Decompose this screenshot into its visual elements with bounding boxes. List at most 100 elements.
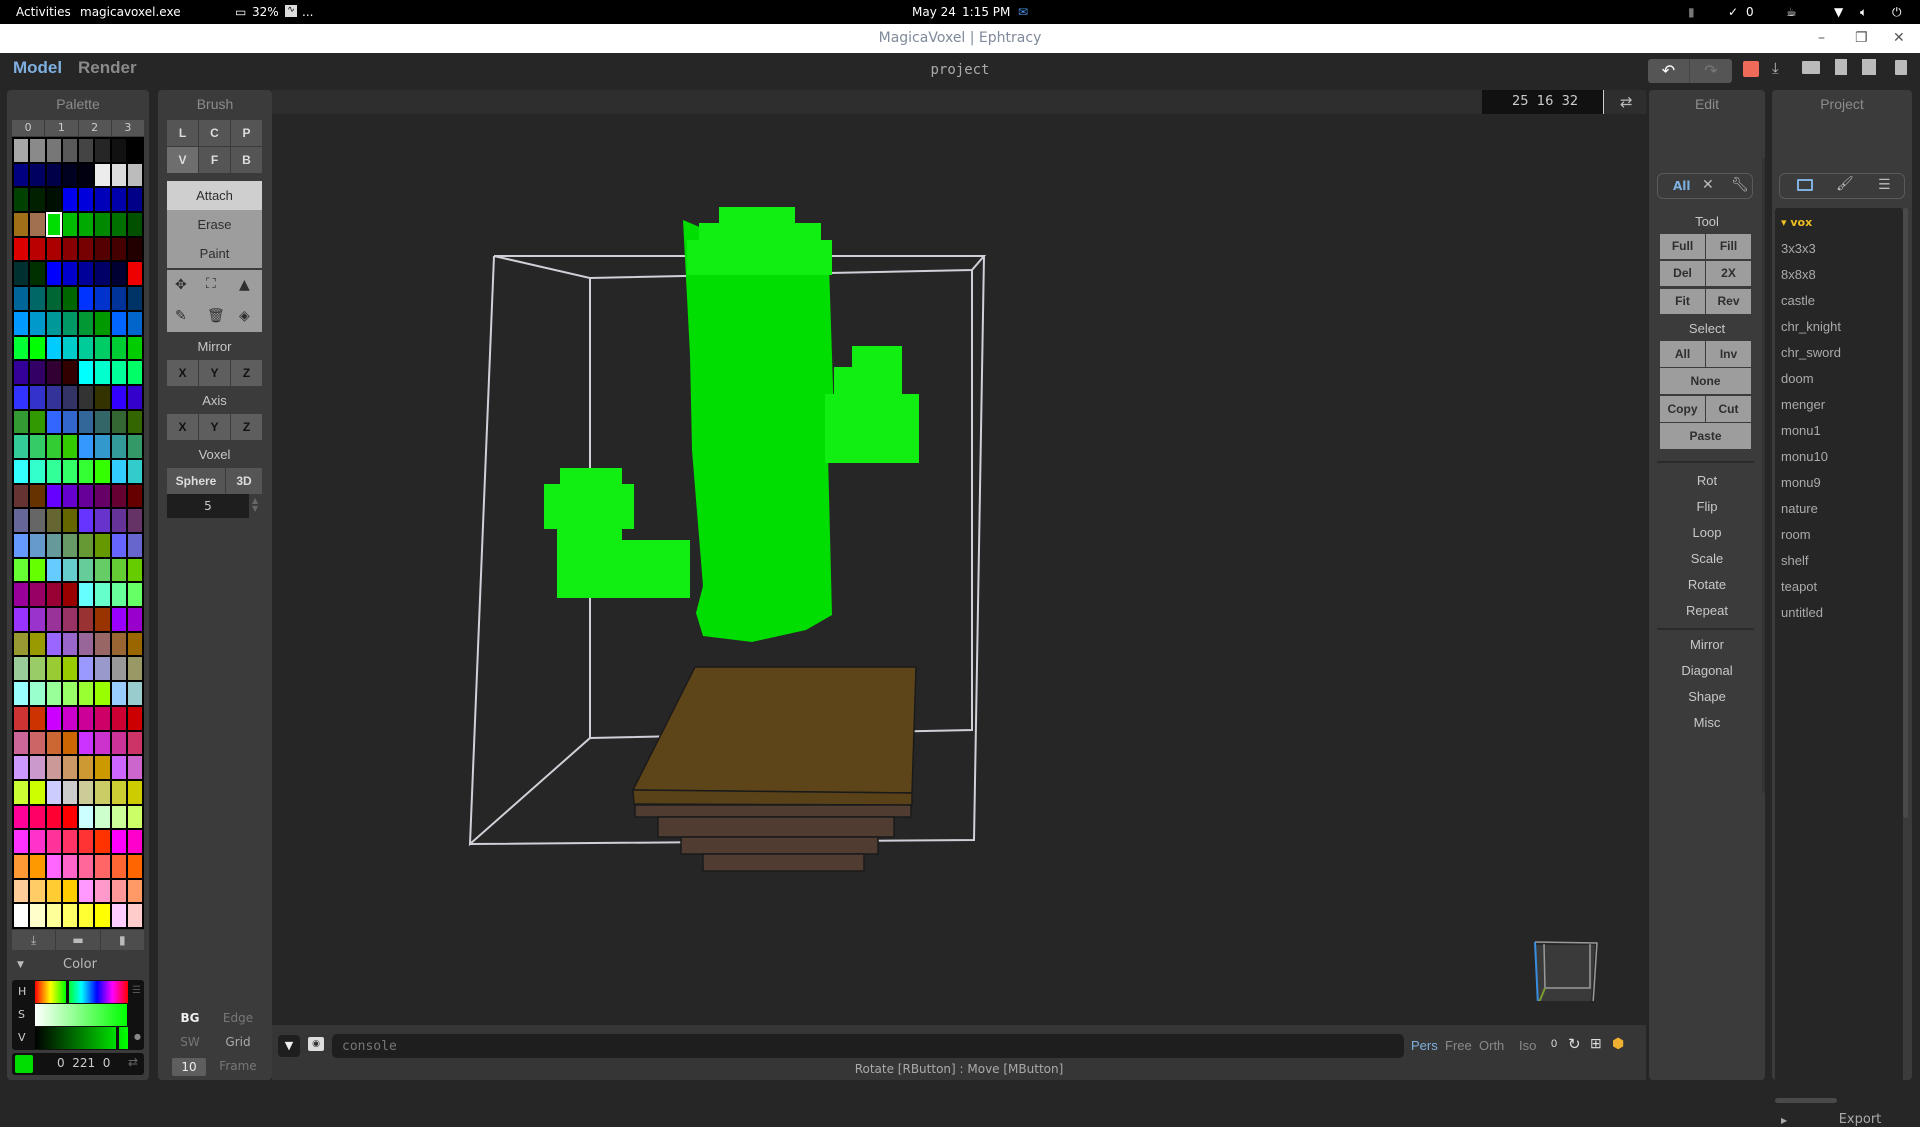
brush-shape-p[interactable]: P — [231, 120, 262, 146]
palette-swatch[interactable] — [127, 435, 142, 458]
frame-value-input[interactable]: 10 — [172, 1058, 206, 1076]
palette-swatch[interactable] — [30, 805, 45, 829]
palette-swatch[interactable] — [45, 212, 62, 237]
palette-swatch[interactable] — [111, 336, 126, 360]
palette-swatch[interactable] — [30, 361, 45, 384]
voxel-sphere-button[interactable]: Sphere — [167, 468, 225, 494]
transform-repeat[interactable]: Repeat — [1649, 603, 1765, 618]
list-icon[interactable]: ☰ — [1878, 177, 1891, 193]
voxel-size-input[interactable]: 5 — [167, 494, 249, 518]
current-color-swatch[interactable] — [15, 1055, 33, 1073]
palette-swatch[interactable] — [95, 682, 110, 705]
palette-swatch[interactable] — [111, 484, 126, 508]
palette-swatch[interactable] — [79, 361, 94, 384]
edit-filter-all[interactable]: All — [1673, 179, 1691, 193]
palette-swatch[interactable] — [30, 780, 45, 804]
palette-swatch[interactable] — [127, 706, 142, 730]
palette-swatch[interactable] — [30, 879, 45, 903]
palette-swatch[interactable] — [30, 731, 45, 755]
toggle-edge[interactable]: Edge — [218, 1011, 258, 1025]
palette-swatch[interactable] — [30, 262, 45, 286]
palette-swatch[interactable] — [79, 854, 94, 878]
palette-swatch[interactable] — [62, 410, 77, 434]
project-file-item[interactable]: chr_knight — [1781, 319, 1841, 334]
palette-swatch[interactable] — [62, 188, 77, 212]
transform-scale[interactable]: Scale — [1649, 551, 1765, 566]
project-file-item[interactable]: room — [1781, 527, 1811, 542]
palette-swatch[interactable] — [127, 756, 142, 779]
palette-swatch[interactable] — [127, 163, 142, 187]
palette-swatch[interactable] — [62, 608, 77, 631]
palette-swatch[interactable] — [79, 509, 94, 532]
generator-misc[interactable]: Misc — [1649, 715, 1765, 730]
palette-swatch[interactable] — [95, 632, 110, 656]
project-file-item[interactable]: untitled — [1781, 605, 1823, 620]
palette-swatch[interactable] — [46, 188, 61, 212]
palette-swatch[interactable] — [111, 188, 126, 212]
palette-swatch[interactable] — [14, 311, 29, 335]
palette-swatch[interactable] — [62, 459, 77, 483]
axis-x[interactable]: X — [167, 414, 198, 440]
palette-swatch[interactable] — [95, 509, 110, 532]
palette-swatch[interactable] — [46, 558, 61, 582]
palette-swatch[interactable] — [14, 534, 29, 557]
palette-swatch[interactable] — [30, 336, 45, 360]
palette-swatch[interactable] — [95, 336, 110, 360]
fill-bucket-icon[interactable]: ◈ — [239, 308, 250, 324]
palette-swatch[interactable] — [111, 287, 126, 310]
fit-icon[interactable]: ✕ — [1702, 177, 1714, 193]
palette-swatch[interactable] — [46, 385, 61, 409]
palette-swatch[interactable] — [79, 163, 94, 187]
palette-swatch[interactable] — [127, 484, 142, 508]
palette-swatch[interactable] — [79, 385, 94, 409]
palette-swatch[interactable] — [62, 336, 77, 360]
move-icon[interactable]: ✥ — [175, 277, 187, 293]
select-inv-button[interactable]: Inv — [1706, 341, 1751, 367]
project-file-item[interactable]: teapot — [1781, 579, 1817, 594]
tab-render[interactable]: Render — [78, 58, 137, 78]
export-section[interactable]: Export — [1820, 1112, 1900, 1127]
palette-swatch[interactable] — [14, 484, 29, 508]
palette-swatch[interactable] — [14, 385, 29, 409]
palette-swatch[interactable] — [127, 632, 142, 656]
palette-swatch[interactable] — [95, 237, 110, 261]
palette-swatch[interactable] — [14, 706, 29, 730]
console-toggle-icon[interactable]: ▼ — [278, 1035, 300, 1057]
palette-swatch[interactable] — [111, 583, 126, 607]
palette-swatch[interactable] — [30, 213, 45, 236]
palette-swatch[interactable] — [62, 311, 77, 335]
project-file-item[interactable]: chr_sword — [1781, 345, 1841, 360]
viewport[interactable]: 25 16 32 ⇄ — [272, 90, 1646, 1080]
brush-shape-l[interactable]: L — [167, 120, 198, 146]
palette-swatch[interactable] — [111, 879, 126, 903]
export-expand-icon[interactable]: ▶ — [1781, 1116, 1787, 1125]
palette-swatch[interactable] — [95, 731, 110, 755]
palette-swatch[interactable] — [62, 385, 77, 409]
palette-swatch[interactable] — [79, 534, 94, 557]
palette-swatch[interactable] — [30, 830, 45, 853]
palette-swatch[interactable] — [127, 385, 142, 409]
saturation-slider[interactable] — [35, 1004, 127, 1026]
brush-shape-b[interactable]: B — [231, 147, 262, 173]
reset-camera-icon[interactable]: ↻ — [1568, 1035, 1581, 1053]
palette-swatch[interactable] — [30, 188, 45, 212]
palette-swatch[interactable] — [14, 632, 29, 656]
voxel-3d-button[interactable]: 3D — [226, 468, 262, 494]
palette-swatch[interactable] — [127, 731, 142, 755]
palette-swatch[interactable] — [14, 139, 29, 162]
palette-swatch[interactable] — [95, 361, 110, 384]
palette-swatch[interactable] — [14, 756, 29, 779]
palette-swatch[interactable] — [14, 657, 29, 681]
palette-swatch[interactable] — [95, 854, 110, 878]
palette-swatch[interactable] — [46, 879, 61, 903]
palette-swatch[interactable] — [111, 459, 126, 483]
camera-mode-orth[interactable]: Orth — [1479, 1038, 1504, 1053]
palette-swatch[interactable] — [111, 534, 126, 557]
color-collapse-icon[interactable]: ▼ — [17, 960, 24, 970]
maximize-button[interactable]: ❐ — [1855, 24, 1868, 53]
palette-swatch[interactable] — [127, 534, 142, 557]
palette-swatch[interactable] — [95, 262, 110, 286]
orientation-cube[interactable] — [1532, 935, 1598, 1001]
project-file-item[interactable]: monu9 — [1781, 475, 1821, 490]
palette-swatch[interactable] — [111, 805, 126, 829]
